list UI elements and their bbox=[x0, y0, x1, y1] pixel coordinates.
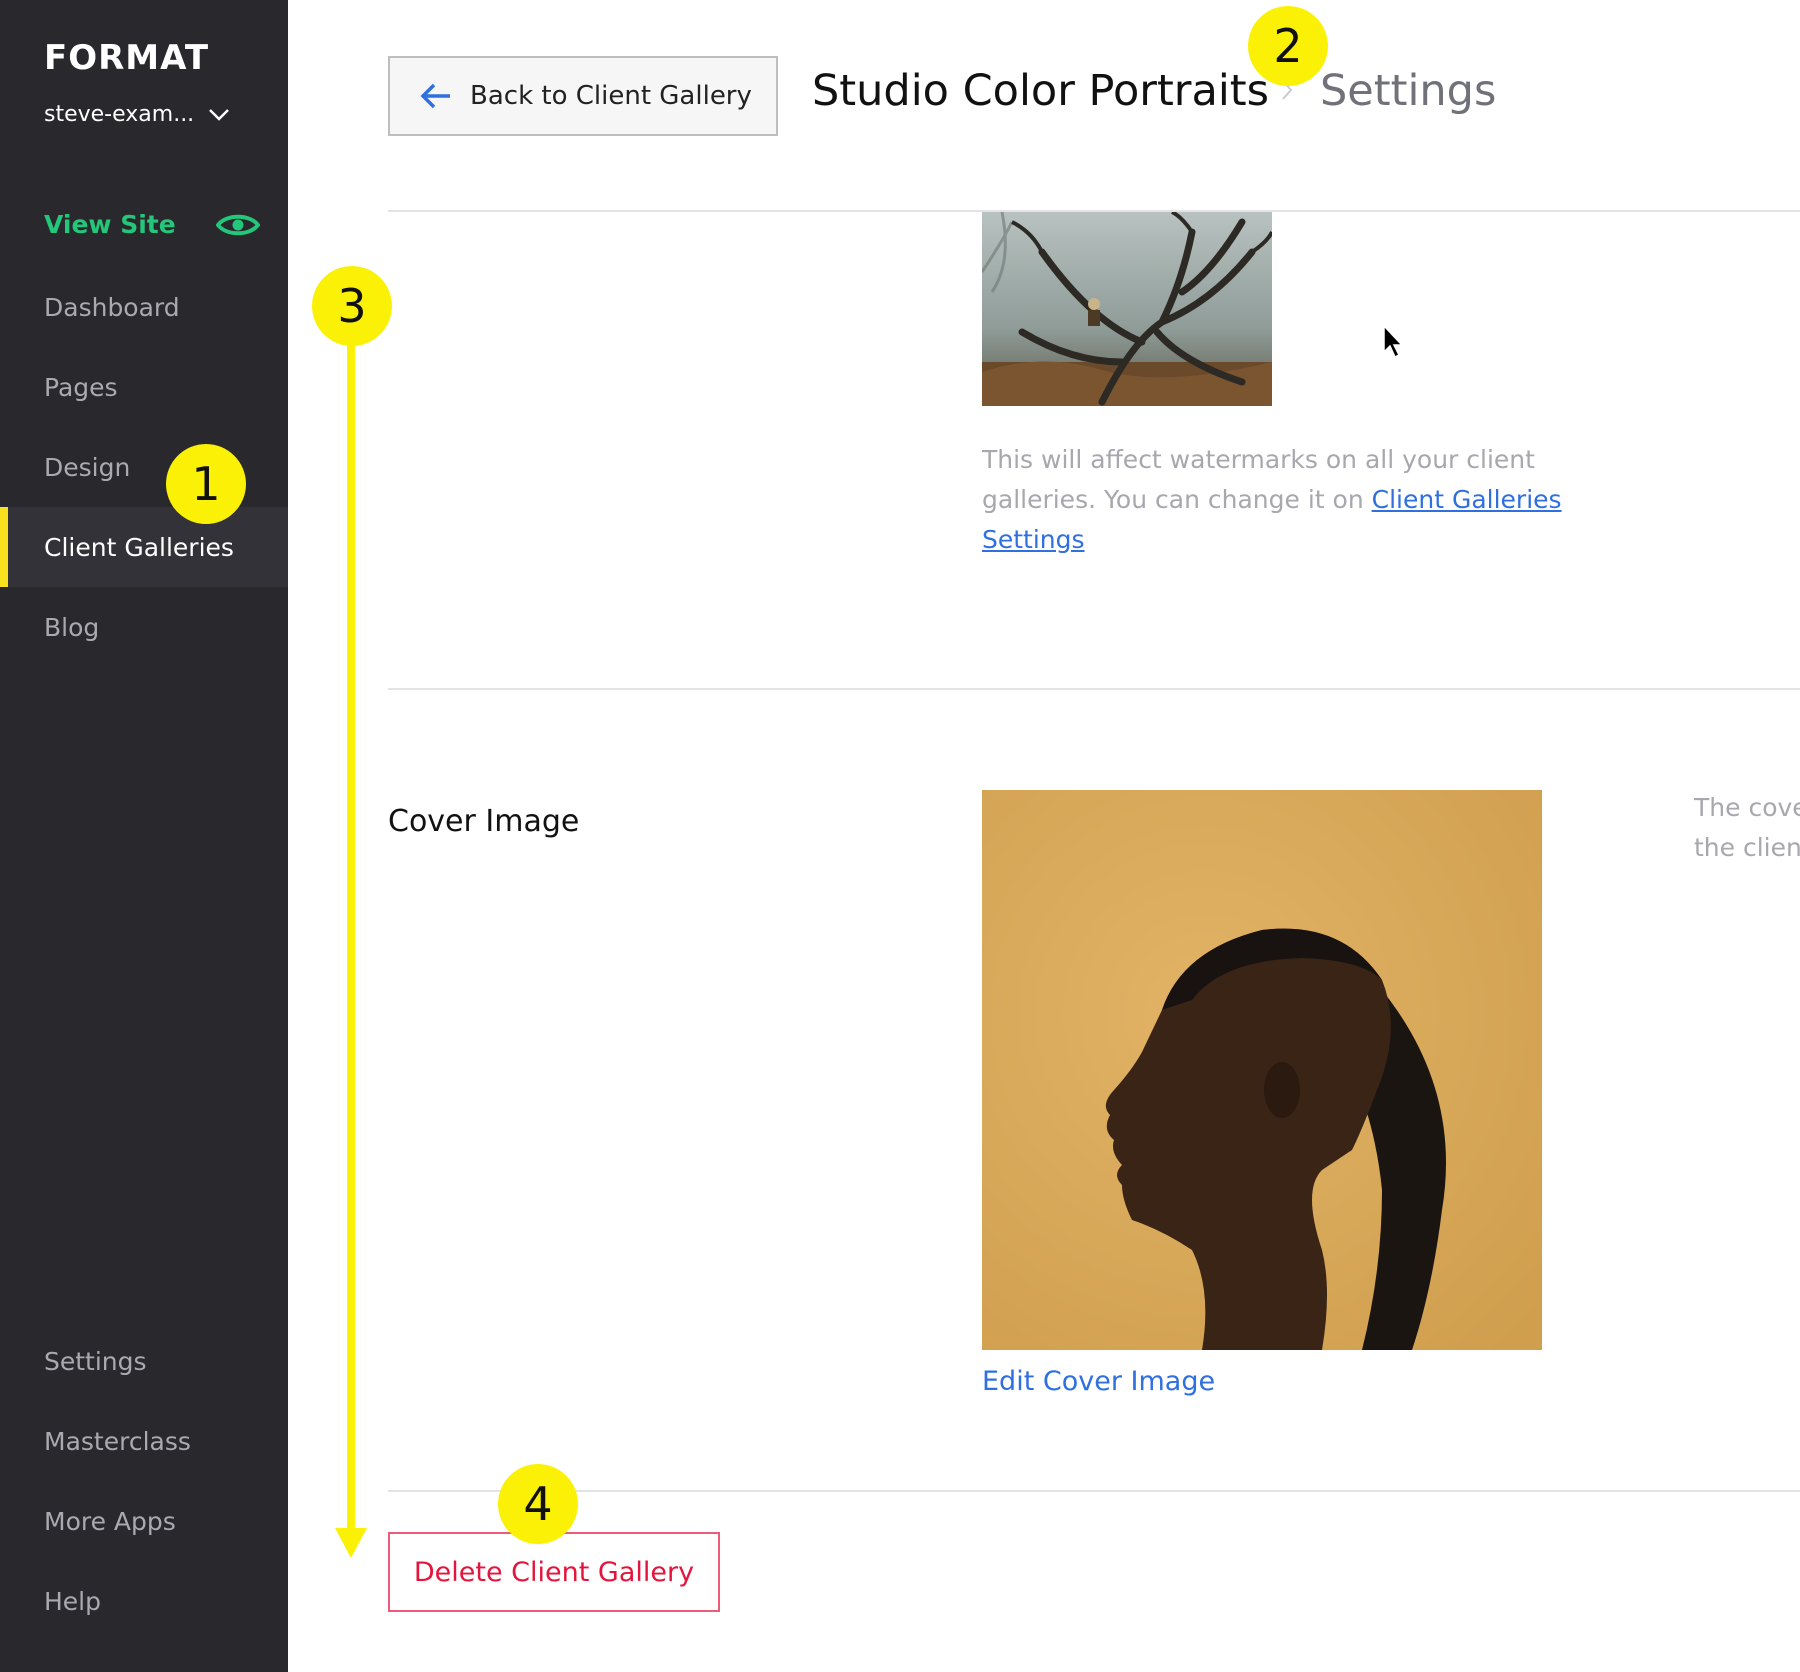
chevron-down-icon bbox=[209, 108, 230, 121]
sidebar-item-label: Masterclass bbox=[44, 1426, 191, 1456]
annotation-badge-2: 2 bbox=[1248, 6, 1328, 86]
arrow-left-icon bbox=[420, 83, 450, 109]
back-button-label: Back to Client Gallery bbox=[470, 81, 752, 111]
site-selector-label: steve-exam... bbox=[44, 102, 195, 127]
annotation-badge-3: 3 bbox=[312, 266, 392, 346]
sidebar-item-more-apps[interactable]: More Apps bbox=[0, 1481, 288, 1561]
site-selector[interactable]: steve-exam... bbox=[44, 102, 230, 127]
sidebar-item-label: Dashboard bbox=[44, 292, 180, 322]
sidebar-item-client-galleries[interactable]: Client Galleries bbox=[0, 507, 288, 587]
edit-cover-image-link[interactable]: Edit Cover Image bbox=[982, 1366, 1215, 1397]
sidebar-item-dashboard[interactable]: Dashboard bbox=[0, 267, 288, 347]
sidebar-item-pages[interactable]: Pages bbox=[0, 347, 288, 427]
mouse-cursor-icon bbox=[1383, 324, 1404, 359]
cover-image-description: The cove the client bbox=[1694, 788, 1800, 868]
annotation-badge-4: 4 bbox=[498, 1464, 578, 1544]
sidebar: FORMAT steve-exam... View Site Dashboard… bbox=[0, 0, 288, 1672]
sidebar-item-help[interactable]: Help bbox=[0, 1561, 288, 1641]
sidebar-item-blog[interactable]: Blog bbox=[0, 587, 288, 667]
sidebar-item-label: Help bbox=[44, 1586, 101, 1616]
watermark-description: This will affect watermarks on all your … bbox=[982, 440, 1582, 560]
sidebar-item-label: Settings bbox=[44, 1346, 147, 1376]
sidebar-item-label: Blog bbox=[44, 612, 100, 642]
view-site-label: View Site bbox=[44, 210, 176, 239]
cover-description-line: the client bbox=[1694, 833, 1800, 862]
divider bbox=[388, 1490, 1800, 1492]
sidebar-item-masterclass[interactable]: Masterclass bbox=[0, 1401, 288, 1481]
annotation-arrow-head bbox=[335, 1528, 367, 1558]
annotation-badge-1: 1 bbox=[166, 444, 246, 524]
view-site-link[interactable]: View Site bbox=[44, 210, 260, 239]
cover-image-label: Cover Image bbox=[388, 804, 580, 839]
sidebar-item-label: Pages bbox=[44, 372, 118, 402]
annotation-arrow-line bbox=[347, 344, 355, 1532]
eye-icon bbox=[215, 214, 260, 235]
breadcrumb-current-page: Settings bbox=[1320, 66, 1497, 116]
format-logo[interactable]: FORMAT bbox=[44, 38, 209, 78]
back-to-gallery-button[interactable]: Back to Client Gallery bbox=[388, 56, 778, 136]
sidebar-item-label: More Apps bbox=[44, 1506, 176, 1536]
sidebar-item-design[interactable]: Design bbox=[0, 427, 288, 507]
cover-image-preview bbox=[982, 790, 1542, 1350]
delete-client-gallery-button[interactable]: Delete Client Gallery bbox=[388, 1532, 720, 1612]
sidebar-item-label: Design bbox=[44, 452, 131, 482]
sidebar-item-label: Client Galleries bbox=[44, 532, 234, 562]
breadcrumb-gallery-title[interactable]: Studio Color Portraits bbox=[812, 66, 1269, 116]
divider bbox=[388, 688, 1800, 690]
watermark-preview-image bbox=[982, 212, 1272, 406]
sidebar-item-settings[interactable]: Settings bbox=[0, 1321, 288, 1401]
cover-description-line: The cove bbox=[1694, 793, 1800, 822]
